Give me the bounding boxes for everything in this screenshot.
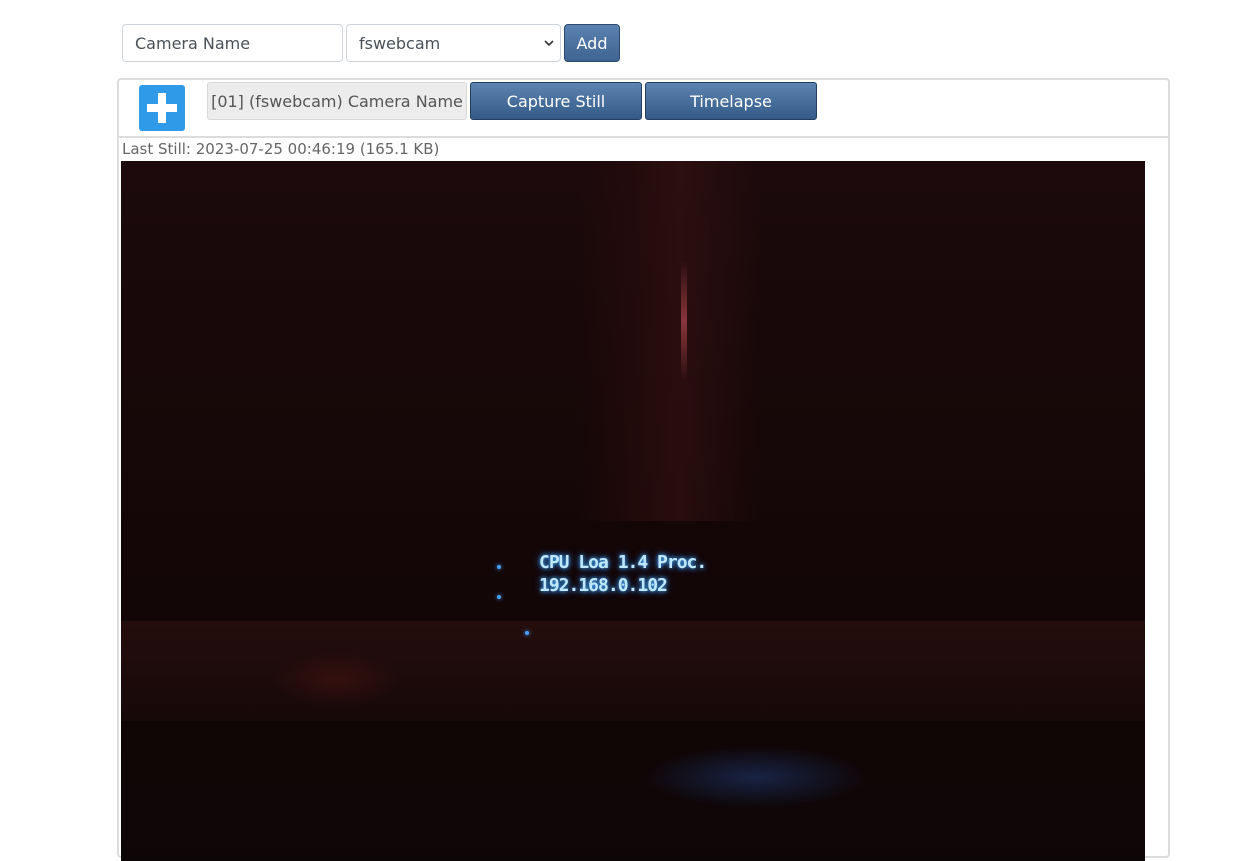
capture-still-button[interactable]: Capture Still bbox=[470, 82, 642, 120]
expand-button[interactable] bbox=[139, 85, 185, 131]
camera-label: [01] (fswebcam) Camera Name bbox=[207, 82, 467, 120]
camera-panel: [01] (fswebcam) Camera Name Capture Stil… bbox=[117, 78, 1170, 861]
camera-type-select[interactable]: fswebcam bbox=[346, 24, 561, 62]
camera-still-image[interactable]: CPU Loa 1.4 Proc. 192.168.0.102 bbox=[121, 161, 1145, 861]
add-camera-button[interactable]: Add bbox=[564, 24, 620, 62]
timelapse-button[interactable]: Timelapse bbox=[645, 82, 817, 120]
last-still-info: Last Still: 2023-07-25 00:46:19 (165.1 K… bbox=[122, 140, 440, 158]
camera-toolbar: [01] (fswebcam) Camera Name Capture Stil… bbox=[119, 80, 1168, 138]
camera-name-input[interactable] bbox=[122, 24, 343, 62]
camera-type-value: fswebcam bbox=[359, 33, 441, 53]
image-text-line1: CPU Loa 1.4 Proc. bbox=[539, 552, 707, 573]
image-overlay-text: CPU Loa 1.4 Proc. 192.168.0.102 bbox=[539, 551, 707, 597]
chevron-down-icon bbox=[544, 40, 554, 47]
image-text-line2: 192.168.0.102 bbox=[539, 575, 668, 596]
